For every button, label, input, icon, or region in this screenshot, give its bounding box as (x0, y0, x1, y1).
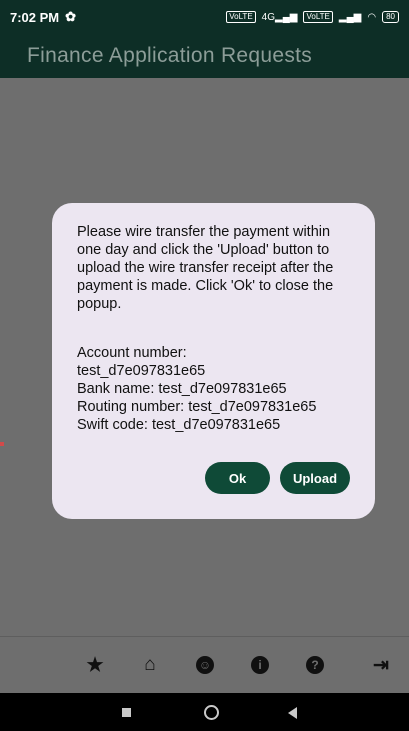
routing-number-text: Routing number: test_d7e097831e65 (77, 399, 317, 415)
home-icon[interactable]: ⌂ (138, 653, 162, 677)
bottom-navigation: ★ ⌂ ☺ i ? ⇥ (0, 636, 409, 693)
volte-icon: VoLTE (226, 11, 256, 23)
signal-icon: ▂▄▆ (338, 11, 362, 23)
battery-icon: 80 (382, 11, 399, 23)
back-icon[interactable] (288, 707, 297, 719)
home-system-icon[interactable] (204, 705, 219, 720)
page-title: Finance Application Requests (27, 44, 313, 67)
logout-icon[interactable]: ⇥ (369, 653, 393, 677)
dialog-actions: Ok Upload (205, 462, 350, 494)
app-bar: Finance Application Requests (0, 34, 409, 78)
recents-icon[interactable] (122, 708, 131, 717)
info-icon[interactable]: i (248, 653, 272, 677)
account-icon[interactable]: ☺ (193, 653, 217, 677)
settings-gear-icon: ✿ (65, 9, 77, 24)
wire-transfer-dialog: Please wire transfer the payment within … (52, 203, 375, 519)
ok-button[interactable]: Ok (205, 462, 270, 494)
volte-icon-2: VoLTE (303, 11, 333, 23)
swift-code-text: Swift code: test_d7e097831e65 (77, 417, 281, 433)
account-number-text: Account number: test_d7e097831e65 (77, 345, 206, 379)
star-icon[interactable]: ★ (83, 653, 107, 677)
dialog-message: Please wire transfer the payment within … (77, 224, 334, 312)
network-type-label: 4G (261, 11, 275, 23)
signal-4g-icon: 4G▂▄▆ (261, 11, 298, 23)
help-icon[interactable]: ? (303, 653, 327, 677)
account-glyph: ☺ (196, 656, 214, 674)
help-glyph: ? (306, 656, 324, 674)
status-bar: 7:02 PM ✿ VoLTE 4G▂▄▆ VoLTE ▂▄▆ ◠ 80 (0, 0, 409, 34)
decorative-marker (0, 442, 4, 446)
status-indicators: VoLTE 4G▂▄▆ VoLTE ▂▄▆ ◠ 80 (226, 11, 399, 23)
system-navigation-bar (0, 693, 409, 731)
upload-button[interactable]: Upload (280, 462, 350, 494)
status-time: 7:02 PM (10, 9, 60, 25)
bank-details: Account number: test_d7e097831e65 Bank n… (77, 344, 351, 434)
bank-name-text: Bank name: test_d7e097831e65 (77, 381, 287, 397)
info-glyph: i (251, 656, 269, 674)
wifi-icon: ◠ (367, 11, 377, 23)
